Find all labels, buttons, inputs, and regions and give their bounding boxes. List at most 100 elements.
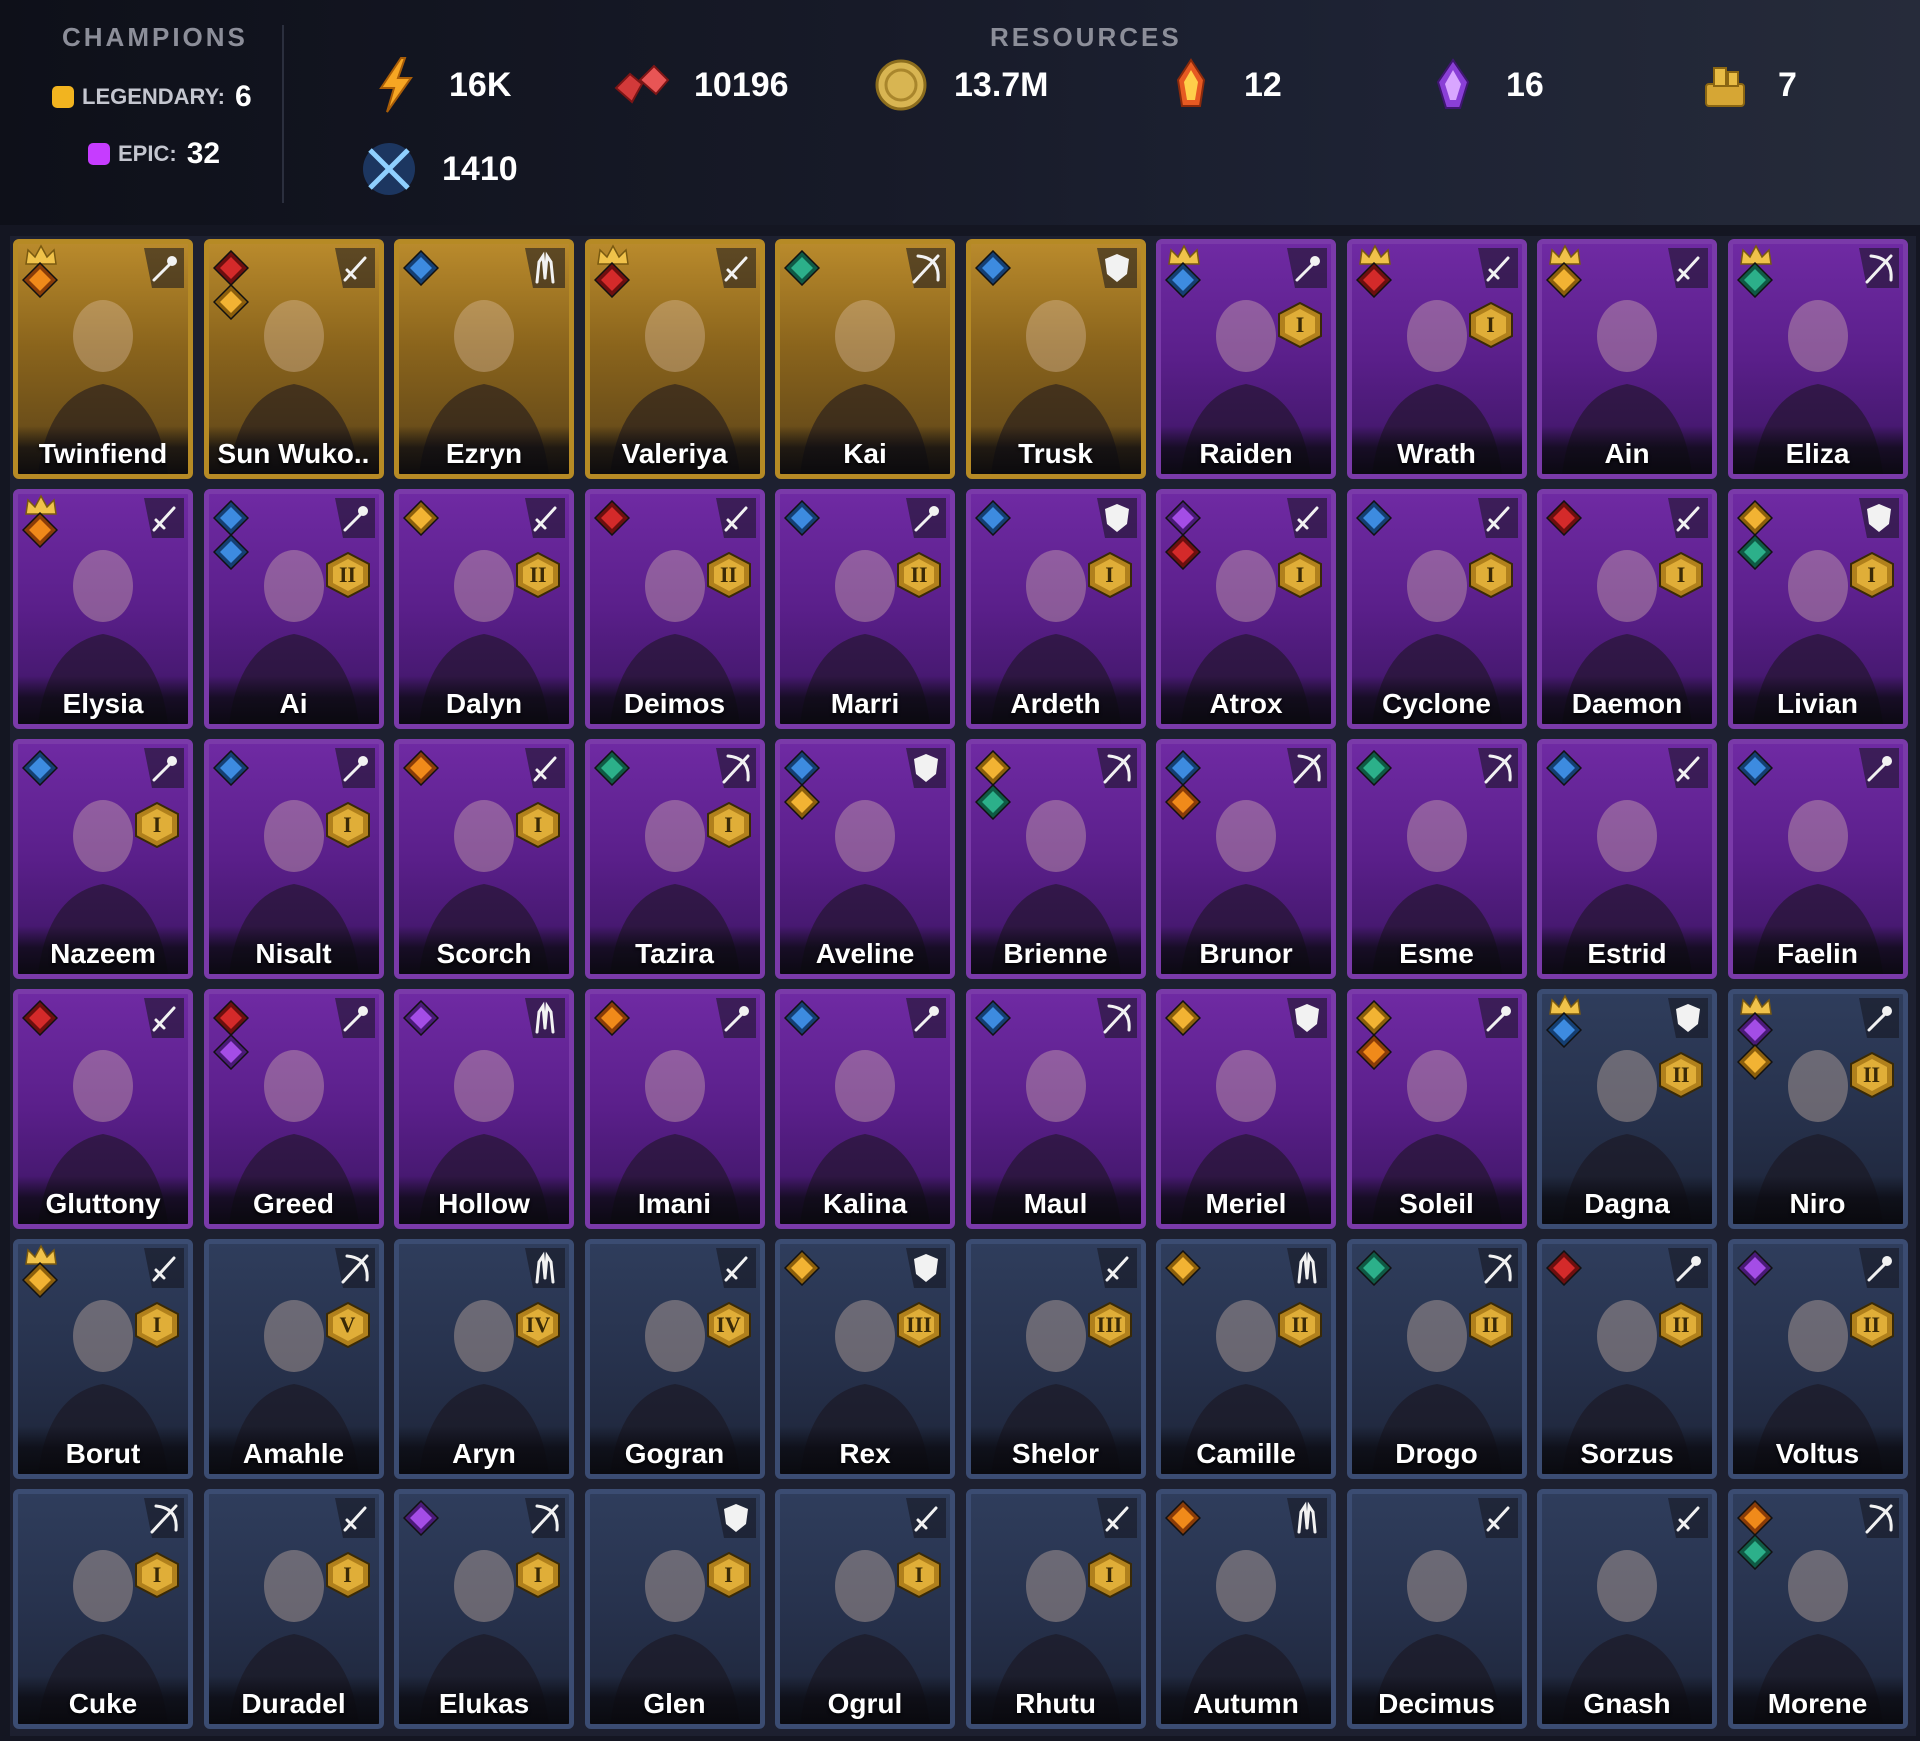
magic-role-icon: [715, 998, 756, 1038]
champion-card[interactable]: I Elukas: [394, 1489, 574, 1729]
gold-coin-icon: [875, 59, 927, 111]
champion-card[interactable]: II Dalyn: [394, 489, 574, 729]
champion-name: Trusk: [1018, 438, 1093, 469]
champion-card[interactable]: Imani: [584, 989, 765, 1229]
sword-role-icon: [1287, 498, 1327, 538]
fire-shard-value: 12: [1244, 65, 1282, 104]
champion-card[interactable]: Ezryn: [394, 239, 574, 479]
champion-card[interactable]: I Glen: [584, 1489, 765, 1729]
champion-card[interactable]: II Ai: [203, 489, 384, 729]
champion-card[interactable]: Decimus: [1346, 1489, 1527, 1729]
champion-name: Elukas: [438, 1688, 530, 1719]
champion-card[interactable]: Eliza: [1727, 239, 1908, 479]
champion-card[interactable]: Gnash: [1537, 1489, 1717, 1729]
champion-card[interactable]: I Daemon: [1537, 489, 1717, 729]
magic-role-icon: [1668, 1248, 1708, 1288]
champion-card[interactable]: Maul: [965, 989, 1146, 1229]
sword-role-icon: [1096, 1498, 1137, 1538]
champion-card[interactable]: I Wrath: [1346, 239, 1527, 479]
champion-card[interactable]: Brienne: [965, 739, 1146, 979]
champion-card[interactable]: I Nisalt: [203, 739, 384, 979]
champion-card[interactable]: Esme: [1346, 739, 1527, 979]
champion-name: Amahle: [242, 1438, 345, 1469]
water-faction-icon: [974, 250, 1011, 286]
champion-card[interactable]: Kai: [775, 239, 955, 479]
champion-card[interactable]: III Shelor: [965, 1239, 1146, 1479]
champion-card[interactable]: Trusk: [965, 239, 1146, 479]
champion-card[interactable]: I Raiden: [1156, 239, 1336, 479]
champion-name: Brienne: [1003, 938, 1108, 969]
rank-badge-label: I: [724, 812, 733, 837]
champion-card[interactable]: I Borut: [13, 1239, 193, 1479]
champion-name: Soleil: [1399, 1188, 1474, 1219]
arena-value: 1410: [442, 149, 518, 188]
champion-card[interactable]: II Marri: [775, 489, 955, 729]
champion-card[interactable]: Valeriya: [584, 239, 765, 479]
champion-card[interactable]: Faelin: [1727, 739, 1908, 979]
champion-card[interactable]: II Voltus: [1727, 1239, 1908, 1479]
sword-role-icon: [1668, 498, 1708, 538]
rank-badge-label: I: [1867, 562, 1876, 587]
champion-card[interactable]: I Scorch: [394, 739, 574, 979]
rank-badge-label: I: [343, 1562, 352, 1587]
champion-card[interactable]: I Livian: [1727, 489, 1908, 729]
champion-name: Duradel: [241, 1688, 346, 1719]
champion-card[interactable]: Brunor: [1156, 739, 1336, 979]
flame-faction-icon: [22, 262, 58, 298]
champion-card[interactable]: II Drogo: [1346, 1239, 1527, 1479]
champion-name: Wrath: [1397, 438, 1476, 469]
champion-card[interactable]: Kalina: [775, 989, 955, 1229]
champion-name: Ogrul: [827, 1688, 903, 1719]
champion-card[interactable]: I Cuke: [13, 1489, 193, 1729]
champion-card[interactable]: I Rhutu: [965, 1489, 1146, 1729]
champion-card[interactable]: II Camille: [1156, 1239, 1336, 1479]
champion-card[interactable]: I Ogrul: [775, 1489, 955, 1729]
shield-role-icon: [715, 1498, 756, 1538]
champion-card[interactable]: Estrid: [1537, 739, 1717, 979]
champion-card[interactable]: Morene: [1727, 1489, 1908, 1729]
water-faction-icon: [1165, 262, 1201, 298]
champion-name: Sun Wuko..: [217, 438, 370, 469]
champion-card[interactable]: Hollow: [394, 989, 574, 1229]
champion-card[interactable]: Ain: [1537, 239, 1717, 479]
champion-card[interactable]: Gluttony: [13, 989, 193, 1229]
champion-card[interactable]: I Tazira: [584, 739, 765, 979]
champion-card[interactable]: I Ardeth: [965, 489, 1146, 729]
bow-role-icon: [144, 1498, 184, 1538]
champion-name: Meriel: [1205, 1188, 1287, 1219]
champion-card[interactable]: Soleil: [1346, 989, 1527, 1229]
legendary-count-row: LEGENDARY: 6: [52, 80, 252, 114]
bow-role-icon: [334, 1248, 375, 1288]
champion-card[interactable]: II Sorzus: [1537, 1239, 1717, 1479]
water-faction-icon: [974, 1000, 1011, 1036]
rank-badge-label: V: [339, 1312, 356, 1337]
champion-card[interactable]: Greed: [203, 989, 384, 1229]
champion-card[interactable]: IV Aryn: [394, 1239, 574, 1479]
champion-card[interactable]: II Dagna: [1537, 989, 1717, 1229]
champion-card[interactable]: Autumn: [1156, 1489, 1336, 1729]
champion-card[interactable]: I Atrox: [1156, 489, 1336, 729]
flame-faction-icon: [593, 1000, 630, 1036]
rank-badge-label: I: [152, 1562, 162, 1587]
champion-card[interactable]: Elysia: [13, 489, 193, 729]
champion-card[interactable]: II Deimos: [584, 489, 765, 729]
champion-name: Shelor: [1011, 1438, 1100, 1469]
bow-role-icon: [1858, 248, 1899, 288]
champion-card[interactable]: Twinfiend: [13, 239, 193, 479]
champion-card[interactable]: I Duradel: [203, 1489, 384, 1729]
champion-card[interactable]: Aveline: [775, 739, 955, 979]
champion-card[interactable]: I Nazeem: [13, 739, 193, 979]
nature-faction-icon: [974, 784, 1011, 820]
header: CHAMPIONS LEGENDARY: 6 EPIC: 32 RESOURCE…: [0, 0, 1920, 225]
rank-badge-label: I: [1105, 562, 1114, 587]
champion-card[interactable]: Meriel: [1156, 989, 1336, 1229]
champion-name: Imani: [637, 1188, 712, 1219]
champion-card[interactable]: V Amahle: [203, 1239, 384, 1479]
champion-card[interactable]: IV Gogran: [584, 1239, 765, 1479]
champion-card[interactable]: Sun Wuko..: [203, 239, 384, 479]
champion-card[interactable]: II Niro: [1727, 989, 1908, 1229]
champion-card[interactable]: I Cyclone: [1346, 489, 1527, 729]
champion-card[interactable]: III Rex: [775, 1239, 955, 1479]
champion-name: Kalina: [822, 1188, 908, 1219]
support-role-icon: [1287, 1248, 1327, 1288]
